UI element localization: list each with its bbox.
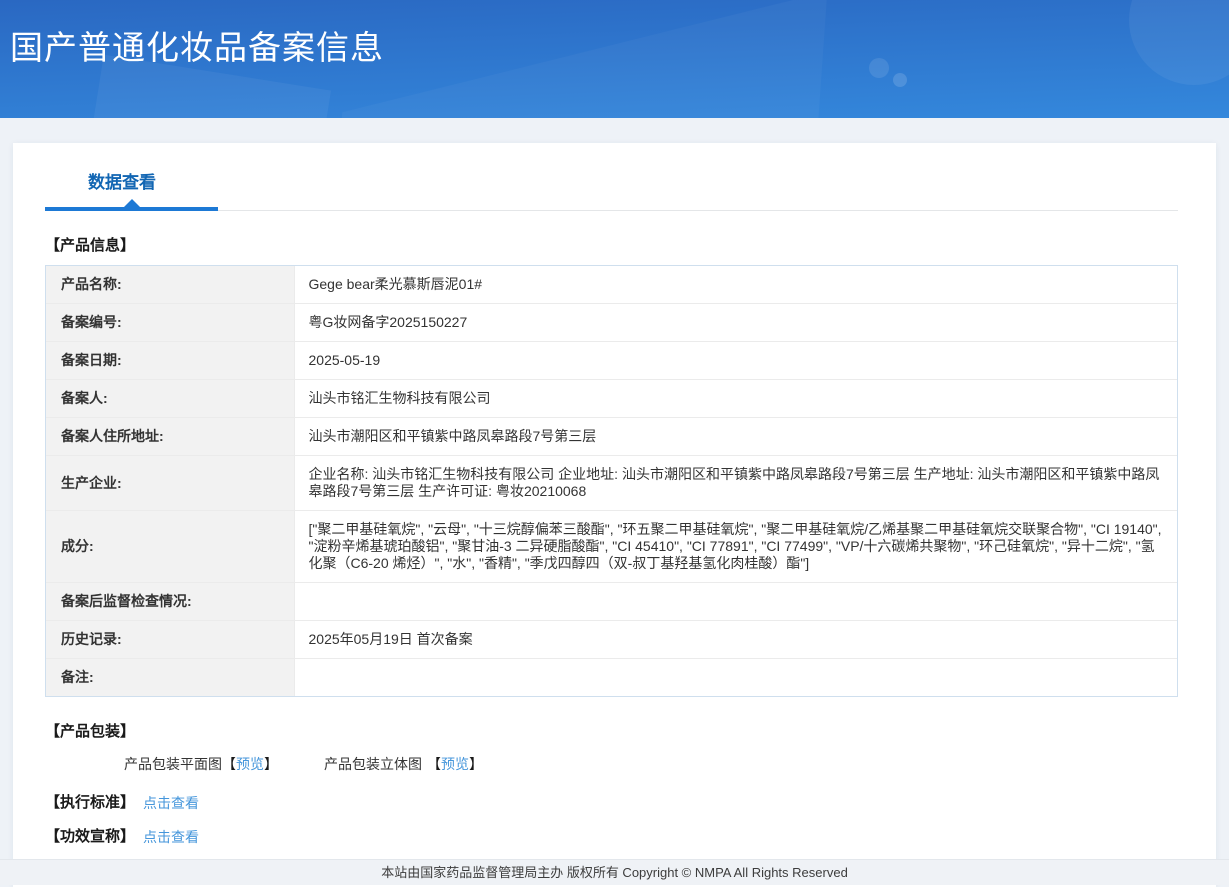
packaging-row: 产品包装平面图【预览】 产品包装立体图 【预览】 — [124, 756, 1184, 773]
footer-text: 本站由国家药品监督管理局主办 版权所有 Copyright © NMPA All… — [381, 865, 848, 880]
product-info-table: 产品名称: Gege bear柔光慕斯唇泥01# 备案编号: 粤G妆网备字202… — [45, 265, 1178, 697]
row-label: 备案编号: — [45, 303, 295, 342]
packaging-item-label: 产品包装平面图 — [124, 756, 222, 772]
tab-data-view[interactable]: 数据查看 — [88, 173, 156, 193]
preview-link-flat[interactable]: 预览 — [236, 756, 264, 772]
row-value: 2025年05月19日 首次备案 — [293, 620, 1178, 659]
row-label: 备案后监督检查情况: — [45, 582, 295, 621]
efficacy-view-link[interactable]: 点击查看 — [143, 827, 199, 847]
row-value: 2025-05-19 — [293, 341, 1178, 380]
table-row-registrant-address: 备案人住所地址: 汕头市潮阳区和平镇紫中路凤皋路段7号第三层 — [45, 417, 1178, 456]
tab-underline — [45, 199, 1184, 211]
table-row-record-date: 备案日期: 2025-05-19 — [45, 341, 1178, 380]
row-label: 备注: — [45, 658, 295, 697]
bracket-close: 】 — [264, 756, 278, 772]
row-label: 成分: — [45, 510, 295, 583]
row-value: 汕头市潮阳区和平镇紫中路凤皋路段7号第三层 — [293, 417, 1178, 456]
row-label: 备案人住所地址: — [45, 417, 295, 456]
standard-view-link[interactable]: 点击查看 — [143, 793, 199, 813]
table-row-registrant: 备案人: 汕头市铭汇生物科技有限公司 — [45, 379, 1178, 418]
packaging-item-label: 产品包装立体图 — [324, 756, 422, 772]
preview-link-3d[interactable]: 预览 — [441, 756, 469, 772]
standard-row: 【执行标准】 点击查看 — [45, 793, 1184, 813]
section-title-efficacy: 【功效宣称】 — [45, 828, 136, 845]
row-value: Gege bear柔光慕斯唇泥01# — [293, 265, 1178, 304]
bracket-open: 【 — [222, 756, 236, 772]
table-row-product-name: 产品名称: Gege bear柔光慕斯唇泥01# — [45, 265, 1178, 304]
row-value: 汕头市铭汇生物科技有限公司 — [293, 379, 1178, 418]
bracket-close: 】 — [469, 756, 483, 772]
row-label: 生产企业: — [45, 455, 295, 511]
row-label: 历史记录: — [45, 620, 295, 659]
table-row-supervision: 备案后监督检查情况: — [45, 582, 1178, 621]
section-title-packaging: 【产品包装】 — [45, 723, 136, 740]
table-row-ingredients: 成分: ["聚二甲基硅氧烷", "云母", "十三烷醇偏苯三酸酯", "环五聚二… — [45, 510, 1178, 583]
table-row-remarks: 备注: — [45, 658, 1178, 697]
packaging-item-3d: 产品包装立体图 【预览】 — [324, 756, 483, 772]
section-title-product-info: 【产品信息】 — [45, 237, 136, 254]
row-label: 产品名称: — [45, 265, 295, 304]
row-value: 企业名称: 汕头市铭汇生物科技有限公司 企业地址: 汕头市潮阳区和平镇紫中路凤皋… — [293, 455, 1178, 511]
table-row-history: 历史记录: 2025年05月19日 首次备案 — [45, 620, 1178, 659]
table-row-manufacturer: 生产企业: 企业名称: 汕头市铭汇生物科技有限公司 企业地址: 汕头市潮阳区和平… — [45, 455, 1178, 511]
page-title: 国产普通化妆品备案信息 — [10, 29, 384, 66]
tab-bar: 数据查看 — [45, 173, 1184, 211]
row-label: 备案人: — [45, 379, 295, 418]
packaging-item-flat: 产品包装平面图【预览】 — [124, 756, 278, 772]
row-value — [293, 658, 1178, 697]
bracket-open: 【 — [427, 756, 441, 772]
decorative-circle — [893, 73, 907, 87]
row-value: ["聚二甲基硅氧烷", "云母", "十三烷醇偏苯三酸酯", "环五聚二甲基硅氧… — [293, 510, 1178, 583]
section-title-standard: 【执行标准】 — [45, 794, 136, 811]
row-value — [293, 582, 1178, 621]
row-value: 粤G妆网备字2025150227 — [293, 303, 1178, 342]
efficacy-row: 【功效宣称】 点击查看 — [45, 827, 1184, 847]
row-label: 备案日期: — [45, 341, 295, 380]
table-row-record-number: 备案编号: 粤G妆网备字2025150227 — [45, 303, 1178, 342]
tabline-arrow-icon — [123, 199, 141, 208]
content-card: 数据查看 【产品信息】 产品名称: Gege bear柔光慕斯唇泥01# 备案编… — [13, 143, 1216, 887]
page-header: 国产普通化妆品备案信息 — [0, 0, 1229, 118]
page-footer: 本站由国家药品监督管理局主办 版权所有 Copyright © NMPA All… — [0, 859, 1229, 885]
